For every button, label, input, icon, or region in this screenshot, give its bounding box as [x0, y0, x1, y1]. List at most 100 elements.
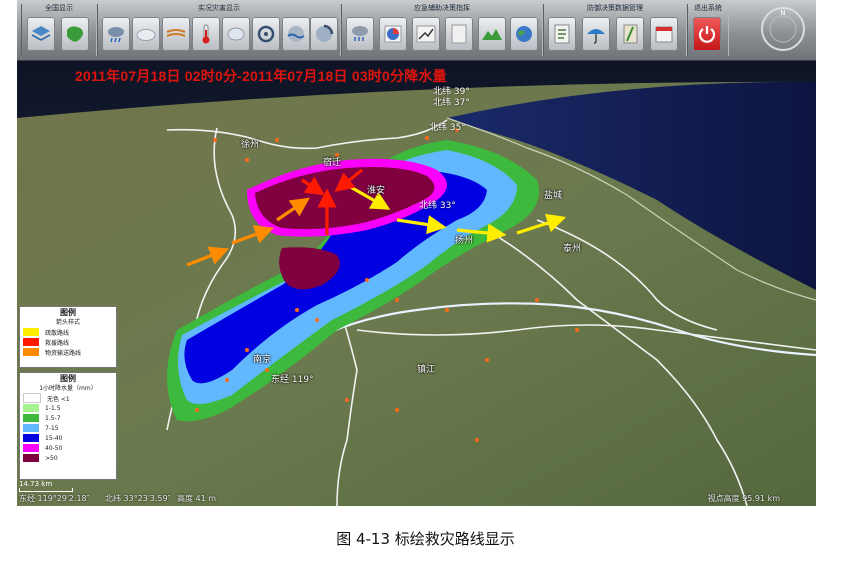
trend-chart-button[interactable]	[412, 17, 440, 51]
legend-item: 物资输送路线	[20, 347, 116, 357]
legend-item: 1-1.5	[20, 403, 116, 413]
legend-swatch	[23, 393, 41, 403]
wind-icon	[166, 29, 186, 37]
legend-swatch	[23, 338, 39, 346]
legend-swatch	[23, 348, 39, 356]
city-label[interactable]: 扬州	[455, 233, 473, 246]
legend-swatch	[23, 424, 39, 432]
hail-icon	[227, 27, 245, 41]
legend-swatch	[23, 444, 39, 452]
toolbar-group-label: 全国显示	[45, 4, 73, 12]
legend-item: >50	[20, 453, 116, 463]
document-button[interactable]	[445, 17, 473, 51]
city-label[interactable]: 淮安	[367, 183, 385, 196]
calendar-icon	[655, 26, 673, 43]
legend-swatch	[23, 328, 39, 336]
compass-navigation-icon[interactable]: N	[760, 6, 806, 52]
power-icon	[698, 26, 716, 43]
legend-item: 救援路线	[20, 337, 116, 347]
toolbar-group-label: 应急辅助决策指挥	[414, 4, 470, 12]
toolbar-group-label: 防御决策数据管理	[587, 4, 643, 12]
legend-subtitle: 1小时降水量（mm）	[39, 385, 97, 392]
precipitation-legend: 图例 1小时降水量（mm） 无色 <1 1-1.5 1.5-7 7-15 15-…	[19, 372, 117, 480]
map-status-bar: 14.73 km 东经 119°29′2.18″ 北纬 33°23′3.59″ …	[17, 480, 816, 506]
legend-item-label: 无色 <1	[47, 395, 70, 403]
rain-cloud-button[interactable]	[102, 17, 130, 51]
rain-cloud-icon	[108, 27, 124, 43]
storm-button[interactable]	[310, 17, 338, 51]
legend-item-label: 1-1.5	[45, 404, 61, 412]
pie-chart-button[interactable]	[379, 17, 407, 51]
latitude-label: 北纬 33°	[419, 201, 456, 211]
latitude-label: 北纬 35°	[429, 123, 466, 133]
legend-swatch	[23, 434, 39, 442]
svg-text:N: N	[780, 9, 785, 17]
city-label[interactable]: 镇江	[417, 362, 435, 375]
legend-item-label: 物资输送路线	[45, 349, 82, 357]
cloud-icon	[136, 29, 156, 41]
legend-item-label: 疏散路线	[45, 329, 70, 337]
pie-chart-icon	[384, 25, 402, 43]
document-icon	[451, 24, 467, 44]
cloud-button[interactable]	[132, 17, 160, 51]
wind-button[interactable]	[162, 17, 190, 51]
precipitation-period-title: 2011年07月18日 02时0分-2011年07月18日 03时0分降水量	[75, 68, 447, 84]
function-toolbar: 全国显示 实况灾害显示 应急辅助决策指挥 防御决策数据管理 退出系统 N	[17, 0, 816, 61]
rainfall-icon	[352, 26, 368, 41]
flood-button[interactable]	[282, 17, 310, 51]
typhoon-button[interactable]	[252, 17, 280, 51]
report-icon	[554, 24, 570, 44]
hail-button[interactable]	[222, 17, 250, 51]
cursor-longitude: 东经 119°29′2.18″	[19, 494, 90, 503]
legend-item: 40-50	[20, 443, 116, 453]
city-label[interactable]: 南京	[253, 352, 271, 365]
legend-swatch	[23, 454, 39, 462]
calendar-button[interactable]	[650, 17, 678, 51]
legend-item: 疏散路线	[20, 327, 116, 337]
legend-title: 图例	[60, 308, 76, 317]
toolbar-group-national: 全国显示	[21, 4, 97, 56]
legend-item: 15-40	[20, 433, 116, 443]
terrain-icon	[482, 29, 502, 40]
legend-item-label: 40-50	[45, 444, 63, 452]
flood-icon	[287, 26, 305, 42]
cursor-latitude: 北纬 33°23′3.59″	[105, 494, 171, 503]
toolbar-group-exit: 退出系统	[687, 4, 729, 56]
storm-icon	[316, 24, 334, 42]
earth-button[interactable]	[510, 17, 538, 51]
legend-item: 1.5-7	[20, 413, 116, 423]
trend-chart-icon	[416, 25, 436, 43]
umbrella-button[interactable]	[582, 17, 610, 51]
scale-label: 14.73 km	[19, 480, 53, 488]
scale-line	[19, 488, 73, 492]
legend-subtitle: 箭头样式	[55, 319, 80, 326]
meridian-label: 东经 119°	[271, 375, 314, 385]
exit-system-button[interactable]	[693, 17, 721, 51]
thermometer-button[interactable]	[192, 17, 220, 51]
rainfall-button[interactable]	[346, 17, 374, 51]
notebook-icon	[623, 24, 638, 44]
legend-item: 7-15	[20, 423, 116, 433]
legend-item: 无色 <1	[20, 393, 116, 403]
china-map-icon	[67, 26, 83, 42]
terrain-button[interactable]	[478, 17, 506, 51]
earth-icon	[516, 26, 532, 42]
figure-caption: 图 4-13 标绘救灾路线显示	[336, 530, 515, 548]
city-label[interactable]: 宿迁	[323, 155, 341, 168]
umbrella-icon	[587, 29, 605, 44]
legend-swatch	[23, 404, 39, 412]
report-button[interactable]	[548, 17, 576, 51]
city-label[interactable]: 徐州	[241, 137, 259, 150]
legend-item-label: 1.5-7	[45, 414, 61, 422]
map-application-window: 全国显示 实况灾害显示 应急辅助决策指挥 防御决策数据管理 退出系统 N 201…	[17, 0, 816, 506]
city-label[interactable]: 盐城	[544, 188, 562, 201]
legend-title: 图例	[60, 374, 76, 383]
latitude-label: 北纬 37°	[433, 98, 470, 108]
city-label[interactable]: 泰州	[563, 241, 581, 254]
typhoon-icon	[257, 25, 275, 43]
globe-layers-button[interactable]	[27, 17, 55, 51]
notebook-button[interactable]	[616, 17, 644, 51]
toolbar-group-decision: 应急辅助决策指挥	[341, 4, 543, 56]
china-map-button[interactable]	[61, 17, 89, 51]
legend-item-label: 救援路线	[45, 339, 70, 347]
